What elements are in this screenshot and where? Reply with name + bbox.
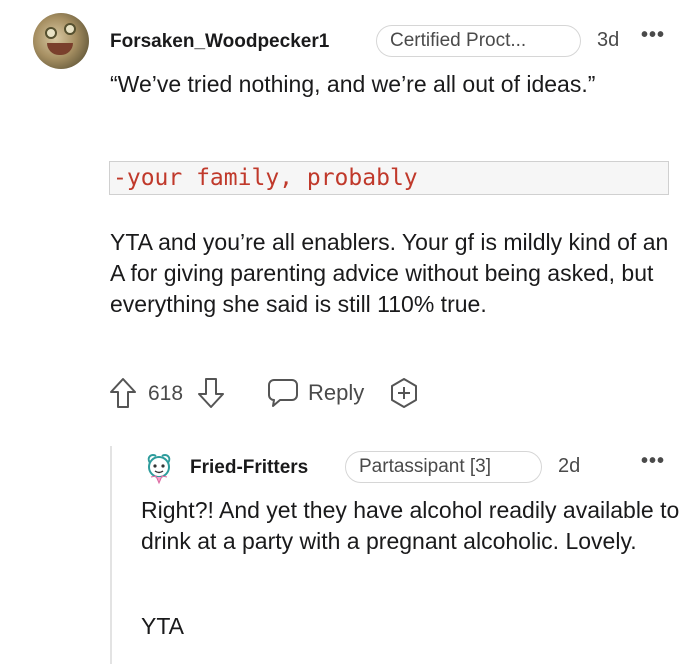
avatar[interactable]: [142, 451, 176, 485]
user-flair: Partassipant [3]: [345, 451, 542, 483]
more-options-button[interactable]: •••: [641, 450, 665, 473]
award-button[interactable]: [388, 375, 420, 411]
comment-age: 3d: [597, 29, 620, 51]
user-flair: Certified Proct...: [376, 25, 581, 57]
avatar-eye: [45, 27, 57, 39]
comment-username[interactable]: Forsaken_Woodpecker1: [110, 31, 329, 53]
comment-body: YTA and you’re all enablers. Your gf is …: [110, 229, 669, 317]
avatar-mouth: [47, 43, 73, 55]
reply-body-second: YTA: [141, 613, 185, 639]
downvote-icon: [198, 378, 224, 408]
reply-label: Reply: [308, 380, 365, 405]
reply-icon: [268, 379, 298, 407]
avatar-eye: [64, 23, 76, 35]
more-options-button[interactable]: •••: [641, 24, 665, 47]
thread-line[interactable]: [110, 446, 112, 664]
upvote-button[interactable]: [108, 375, 138, 411]
comment-actions: 618 Reply: [108, 375, 438, 411]
award-icon: [391, 378, 417, 408]
comment-quote: “We’ve tried nothing, and we’re all out …: [110, 71, 596, 97]
reply-username[interactable]: Fried-Fritters: [190, 457, 308, 479]
code-block: -your family, probably: [109, 161, 669, 195]
reply-body: Right?! And yet they have alcohol readil…: [141, 497, 680, 554]
reply-button[interactable]: Reply: [266, 375, 364, 411]
avatar[interactable]: [33, 13, 89, 69]
reply-age: 2d: [558, 455, 581, 477]
vote-score: 618: [148, 382, 184, 405]
downvote-button[interactable]: [196, 375, 226, 411]
upvote-icon: [110, 378, 136, 408]
snoo-avatar-icon: [147, 453, 171, 485]
